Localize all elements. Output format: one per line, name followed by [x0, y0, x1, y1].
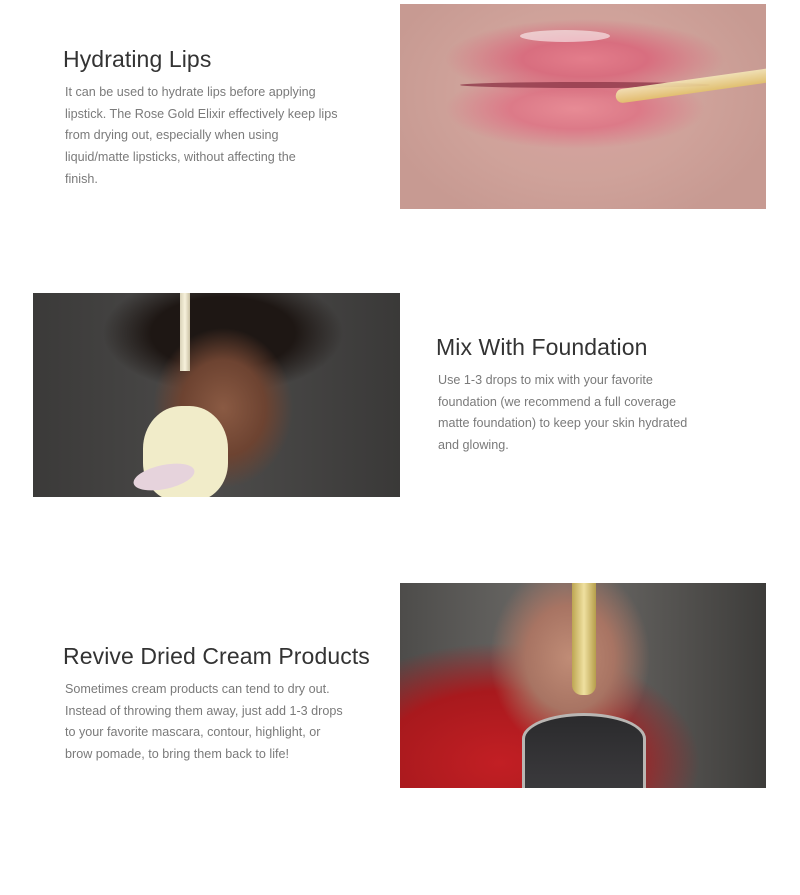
description-line: finish. — [65, 171, 98, 186]
section-description: Use 1-3 drops to mix with your favorite … — [438, 370, 687, 457]
lips-dropper-photo — [400, 4, 766, 209]
section-title: Hydrating Lips — [63, 46, 212, 72]
description-line: lipstick. The Rose Gold Elixir effective… — [65, 106, 338, 121]
cream-jar-image — [522, 713, 646, 788]
dropper-image — [180, 293, 190, 371]
description-line: and glowing. — [438, 438, 509, 453]
section-title: Mix With Foundation — [436, 334, 648, 360]
foundation-sponge-photo — [33, 293, 400, 497]
section-description: Sometimes cream products can tend to dry… — [65, 679, 370, 766]
description-line: Use 1-3 drops to mix with your favorite — [438, 373, 653, 387]
lip-gloss-highlight — [520, 30, 610, 42]
description-line: brow pomade, to bring them back to life! — [65, 747, 290, 762]
section-revive-cream-products: Revive Dried Cream Products Sometimes cr… — [63, 641, 370, 766]
description-line: Sometimes cream products can tend to dry… — [65, 682, 330, 696]
description-line: It can be used to hydrate lips before ap… — [65, 85, 316, 99]
section-mix-with-foundation: Mix With Foundation Use 1-3 drops to mix… — [436, 332, 687, 457]
section-description: It can be used to hydrate lips before ap… — [65, 82, 338, 191]
description-line: from drying out, especially when using — [65, 128, 279, 143]
description-line: liquid/matte lipsticks, without affectin… — [65, 150, 296, 165]
description-line: foundation (we recommend a full coverage — [438, 394, 677, 409]
description-line: to your favorite mascara, contour, highl… — [65, 725, 321, 740]
description-line: matte foundation) to keep your skin hydr… — [438, 416, 688, 431]
dropper-image — [572, 583, 596, 695]
description-line: Instead of throwing them away, just add … — [65, 703, 343, 718]
section-hydrating-lips: Hydrating Lips It can be used to hydrate… — [63, 44, 338, 191]
cream-jar-photo — [400, 583, 766, 788]
section-title: Revive Dried Cream Products — [63, 643, 370, 669]
